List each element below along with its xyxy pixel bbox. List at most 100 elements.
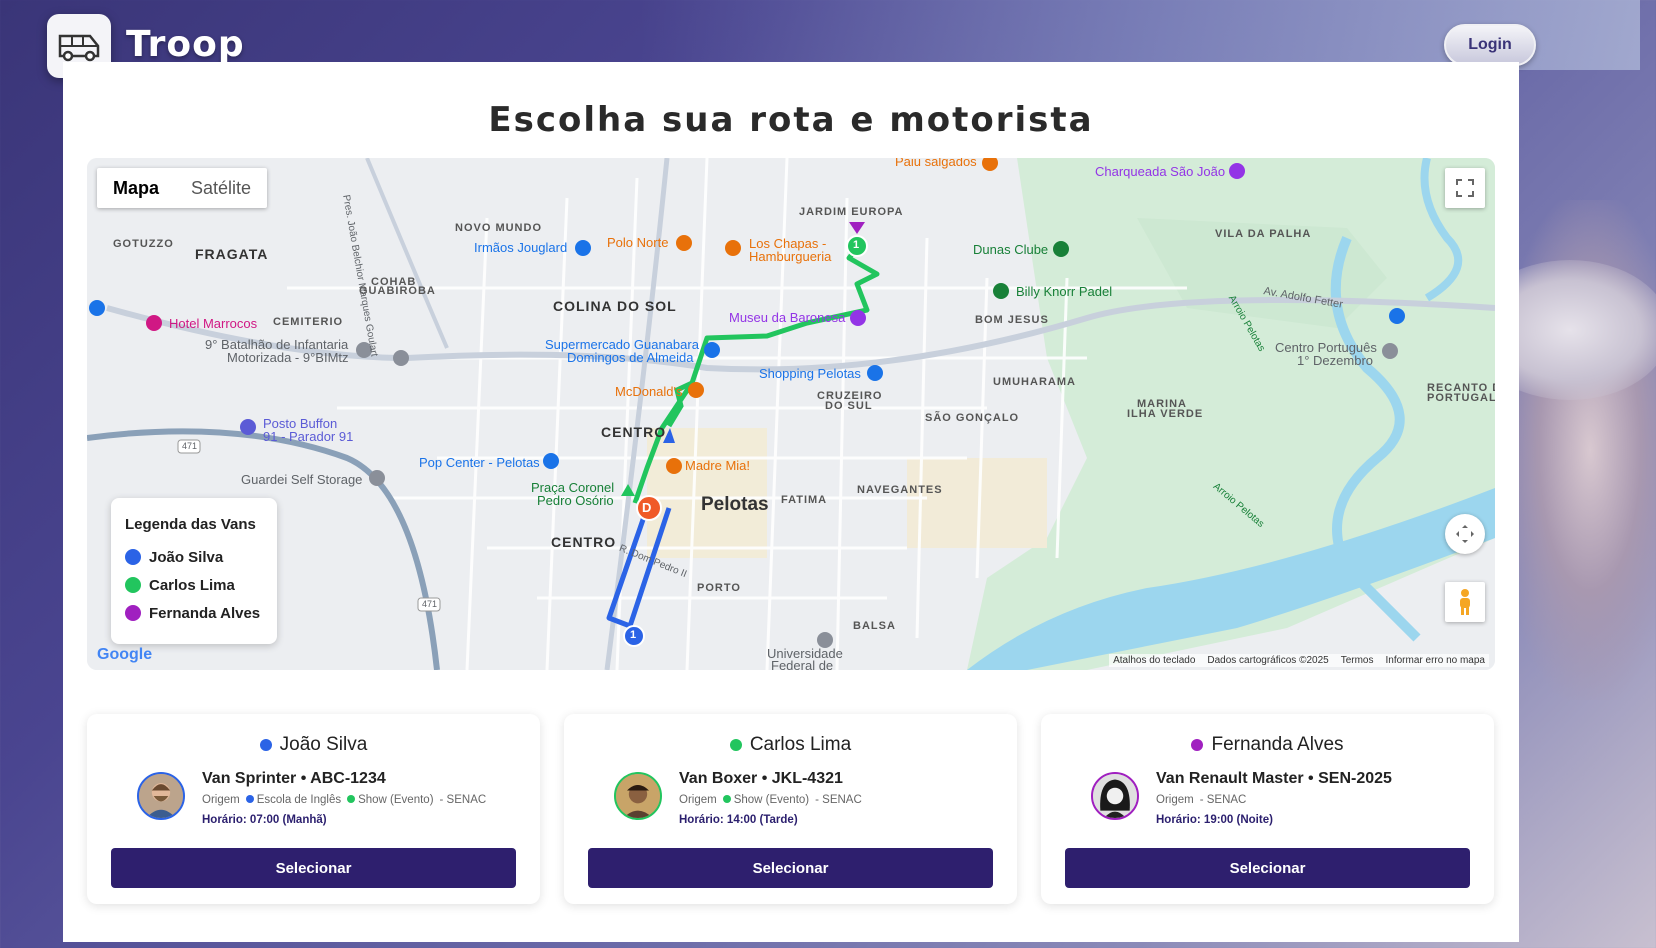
origin-label: Origem (1156, 794, 1194, 806)
map-label: BOM JESUS (975, 314, 1049, 326)
driver-color-dot (259, 739, 272, 751)
origin-label: Origem (202, 794, 240, 806)
legend-dot (125, 577, 141, 593)
select-button[interactable]: Selecionar (111, 848, 516, 888)
vehicle-info: Van Renault Master • SEN-2025 (1156, 770, 1392, 787)
select-button[interactable]: Selecionar (588, 848, 993, 888)
google-logo[interactable]: Google (97, 646, 152, 664)
map-label: COLINA DO SOL (553, 298, 677, 314)
map-label: GUABIROBA (359, 285, 436, 297)
map-label: Hotel Marrocos (169, 316, 258, 331)
street-view-pegman-icon[interactable] (1445, 582, 1485, 622)
driver-card: Fernanda Alves Van Renault Master • SEN-… (1041, 714, 1494, 904)
select-button[interactable]: Selecionar (1065, 848, 1470, 888)
vehicle-info: Van Boxer • JKL-4321 (679, 770, 843, 787)
map-attribution: Atalhos do teclado Dados cartográficos ©… (1109, 654, 1489, 667)
map-label: PORTO (697, 582, 741, 594)
schedule-time: Horário: 07:00 (Manhã) (202, 814, 327, 826)
map-label: McDonald's (615, 384, 683, 399)
map-label: Pop Center - Pelotas (419, 455, 540, 470)
map-data-text: Dados cartográficos ©2025 (1207, 655, 1329, 666)
avatar (614, 772, 662, 820)
map-label: Guardei Self Storage (241, 472, 363, 487)
tab-map[interactable]: Mapa (97, 168, 175, 208)
driver-card: Carlos Lima Van Boxer • JKL-4321 Origem … (564, 714, 1017, 904)
legend-dot (125, 549, 141, 565)
map-label: Shopping Pelotas (759, 366, 861, 381)
map-label: Madre Mia! (685, 458, 751, 473)
vehicle-info: Van Sprinter • ABC-1234 (202, 770, 386, 787)
map-label: Museu da Baronesa (729, 310, 846, 325)
destination-label: - SENAC (1199, 794, 1247, 806)
map-label: VILA DA PALHA (1215, 228, 1312, 240)
avatar (137, 772, 185, 820)
start-marker[interactable]: 1 (853, 239, 859, 251)
map-label: Dunas Clube (973, 242, 1049, 257)
map-label: PORTUGAL (1427, 392, 1495, 404)
legend-item: Fernanda Alves (125, 599, 263, 627)
tab-satellite[interactable]: Satélite (175, 168, 267, 208)
map-label: FRAGATA (195, 246, 269, 262)
destination-label: - SENAC (439, 794, 487, 806)
map-label: Federal de (771, 658, 834, 670)
stop-label: Show (Evento) (733, 794, 810, 806)
driver-name: Fernanda Alves (1041, 734, 1494, 756)
map-label: DO SUL (825, 400, 873, 412)
driver-name: Carlos Lima (564, 734, 1017, 756)
map-label: CENTRO (551, 534, 617, 550)
map-label: Domingos de Almeida (567, 350, 694, 365)
road-shield: 471 (422, 599, 438, 609)
stop-dot (245, 795, 254, 803)
map-label: Charqueada São João (1095, 164, 1226, 179)
map-label: SÃO GONÇALO (925, 412, 1020, 424)
map-label: Paiu salgados (895, 158, 977, 169)
map-label: JARDIM EUROPA (799, 206, 904, 218)
map-label: Pelotas (701, 494, 769, 515)
destination-marker[interactable]: D (642, 500, 651, 515)
map-label: BALSA (853, 620, 896, 632)
keyboard-shortcuts-link[interactable]: Atalhos do teclado (1113, 655, 1195, 666)
destination-label: - SENAC (815, 794, 862, 806)
schedule-time: Horário: 14:00 (Tarde) (679, 814, 798, 826)
map-label: CENTRO (601, 424, 667, 440)
driver-color-dot (729, 739, 742, 751)
map-label: ILHA VERDE (1127, 408, 1204, 420)
start-marker[interactable]: 1 (630, 629, 636, 641)
map-label: Pedro Osório (537, 493, 614, 508)
origin-label: Origem (679, 794, 717, 806)
main-panel: Escolha sua rota e motorista Mapa Satéli… (63, 62, 1519, 942)
legend-dot (125, 605, 141, 621)
map-label: NOVO MUNDO (455, 222, 542, 234)
driver-cards: João Silva Van Sprinter • ABC-1234 Orige… (87, 714, 1495, 904)
legend-label: João Silva (149, 548, 224, 566)
fullscreen-icon[interactable] (1445, 168, 1485, 208)
map-label: NAVEGANTES (857, 484, 943, 496)
map-label: 91 - Parador 91 (263, 429, 354, 444)
stop-dot (722, 795, 731, 803)
map-label: GOTUZZO (113, 238, 174, 250)
stop-label: Show (Evento) (358, 794, 434, 806)
camera-control-icon[interactable] (1445, 514, 1485, 554)
driver-name-text: João Silva (279, 734, 368, 755)
route-stops: Origem Show (Evento) - SENAC (679, 794, 862, 806)
driver-name-text: Fernanda Alves (1211, 734, 1344, 755)
legend-item: João Silva (125, 543, 263, 571)
map-label: Motorizada - 9°BIMtz (227, 350, 349, 365)
login-button[interactable]: Login (1444, 24, 1536, 66)
app-name: Troop (126, 24, 245, 65)
van-legend: Legenda das Vans João Silva Carlos Lima … (111, 498, 277, 644)
report-error-link[interactable]: Informar erro no mapa (1386, 655, 1486, 666)
map-label: Billy Knorr Padel (1016, 284, 1113, 299)
terms-link[interactable]: Termos (1341, 655, 1374, 666)
avatar (1091, 772, 1139, 820)
legend-title: Legenda das Vans (125, 516, 256, 533)
driver-color-dot (1191, 739, 1204, 751)
route-map[interactable]: Mapa Satélite Charqueada São João Paiu s… (87, 158, 1495, 670)
legend-label: Fernanda Alves (149, 604, 261, 622)
stop-dot (347, 795, 356, 803)
driver-card: João Silva Van Sprinter • ABC-1234 Orige… (87, 714, 540, 904)
driver-name-text: Carlos Lima (749, 734, 852, 755)
map-label: UMUHARAMA (993, 376, 1076, 388)
stop-label: Escola de Inglês (256, 794, 342, 806)
map-label: FATIMA (781, 494, 828, 506)
